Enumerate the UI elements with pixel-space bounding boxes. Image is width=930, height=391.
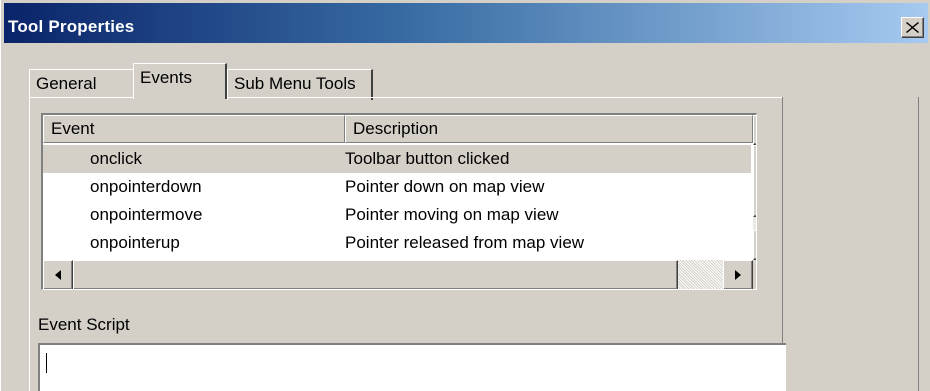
window-title: Tool Properties [8, 17, 135, 36]
event-name: onpointerup [90, 233, 180, 252]
event-description: Toolbar button clicked [345, 149, 510, 168]
list-item[interactable]: onpointerup Pointer released from map vi… [43, 229, 751, 257]
list-item[interactable]: onpointermove Pointer moving on map view [43, 201, 751, 229]
close-button[interactable] [901, 17, 924, 38]
event-script-input[interactable] [38, 343, 786, 391]
tab-sub-menu-tools[interactable]: Sub Menu Tools [227, 69, 373, 100]
event-name: onpointermove [90, 205, 203, 224]
horizontal-scroll-thumb[interactable] [73, 260, 678, 289]
event-description: Pointer moving on map view [345, 205, 559, 224]
tab-sub-menu-tools-label: Sub Menu Tools [234, 74, 356, 93]
scroll-up-button[interactable] [753, 115, 756, 145]
tab-events-label: Events [140, 68, 192, 87]
list-item[interactable]: onclick Toolbar button clicked [43, 145, 751, 173]
event-name: onpointerdown [90, 177, 202, 196]
scroll-left-button[interactable] [43, 260, 73, 289]
column-header-description[interactable]: Description [345, 115, 753, 143]
tool-properties-window: Tool Properties General Events Sub Menu … [0, 0, 930, 391]
vertical-scrollbar[interactable] [753, 115, 756, 260]
scrollbar-corner [753, 260, 756, 289]
title-bar[interactable]: Tool Properties [4, 3, 928, 43]
tab-general-label: General [36, 74, 97, 93]
vertical-scroll-thumb[interactable] [753, 145, 756, 217]
tab-general[interactable]: General [29, 69, 135, 100]
arrow-right-icon [735, 270, 741, 280]
event-description: Pointer down on map view [345, 177, 545, 196]
event-name: onclick [90, 149, 142, 168]
text-caret [46, 353, 47, 373]
scroll-down-button[interactable] [753, 230, 756, 260]
close-icon [906, 22, 919, 33]
column-header-event[interactable]: Event [43, 115, 345, 143]
event-description: Pointer released from map view [345, 233, 585, 252]
events-list[interactable]: Event Description onclick Toolbar button… [41, 113, 757, 290]
arrow-left-icon [55, 270, 61, 280]
tab-events[interactable]: Events [133, 63, 227, 99]
scroll-track[interactable] [678, 260, 723, 289]
side-panel [782, 97, 919, 391]
event-script-label: Event Script [38, 315, 130, 334]
scroll-right-button[interactable] [723, 260, 753, 289]
list-item[interactable]: onpointerdown Pointer down on map view [43, 173, 751, 201]
horizontal-scrollbar[interactable] [43, 260, 753, 289]
